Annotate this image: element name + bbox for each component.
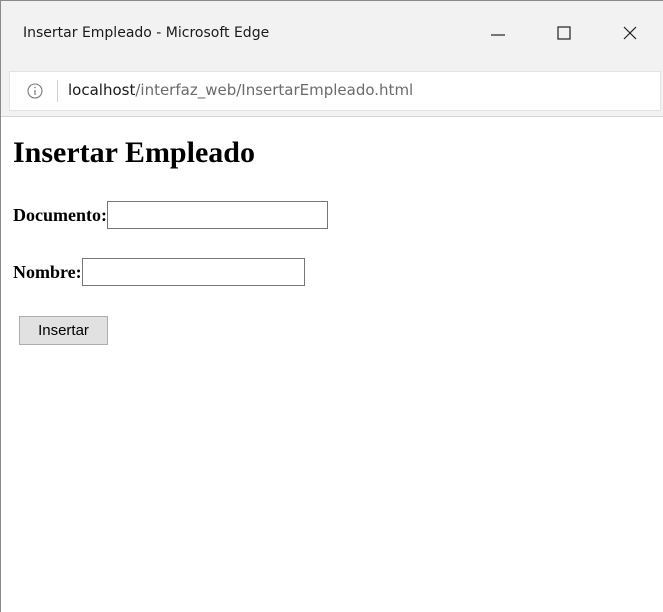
- url-text[interactable]: localhost/interfaz_web/InsertarEmpleado.…: [68, 81, 413, 99]
- documento-input[interactable]: [106, 201, 328, 229]
- url-field[interactable]: localhost/interfaz_web/InsertarEmpleado.…: [9, 71, 661, 111]
- documento-row: Documento:: [13, 201, 328, 229]
- title-bar: Insertar Empleado - Microsoft Edge: [1, 1, 663, 65]
- maximize-icon: [557, 26, 571, 40]
- minimize-button[interactable]: [465, 1, 531, 65]
- insertar-button[interactable]: Insertar: [19, 316, 108, 345]
- close-button[interactable]: [597, 1, 663, 65]
- address-separator: [57, 80, 58, 102]
- nombre-row: Nombre:: [13, 258, 305, 286]
- address-bar: localhost/interfaz_web/InsertarEmpleado.…: [1, 65, 663, 117]
- browser-window: Insertar Empleado - Microsoft Edge local…: [0, 0, 663, 612]
- maximize-button[interactable]: [531, 1, 597, 65]
- url-host: localhost: [68, 81, 136, 99]
- url-path: /interfaz_web/InsertarEmpleado.html: [135, 81, 414, 99]
- documento-label: Documento:: [13, 204, 107, 225]
- window-controls: [465, 1, 663, 65]
- page-title: Insertar Empleado: [13, 136, 255, 169]
- minimize-icon: [491, 34, 505, 36]
- nombre-label: Nombre:: [13, 261, 82, 282]
- nombre-input[interactable]: [81, 258, 305, 286]
- info-icon[interactable]: [26, 82, 44, 100]
- close-icon: [623, 26, 637, 40]
- window-title: Insertar Empleado - Microsoft Edge: [23, 25, 270, 41]
- page-content: Insertar Empleado Documento: Nombre: Ins…: [1, 118, 663, 612]
